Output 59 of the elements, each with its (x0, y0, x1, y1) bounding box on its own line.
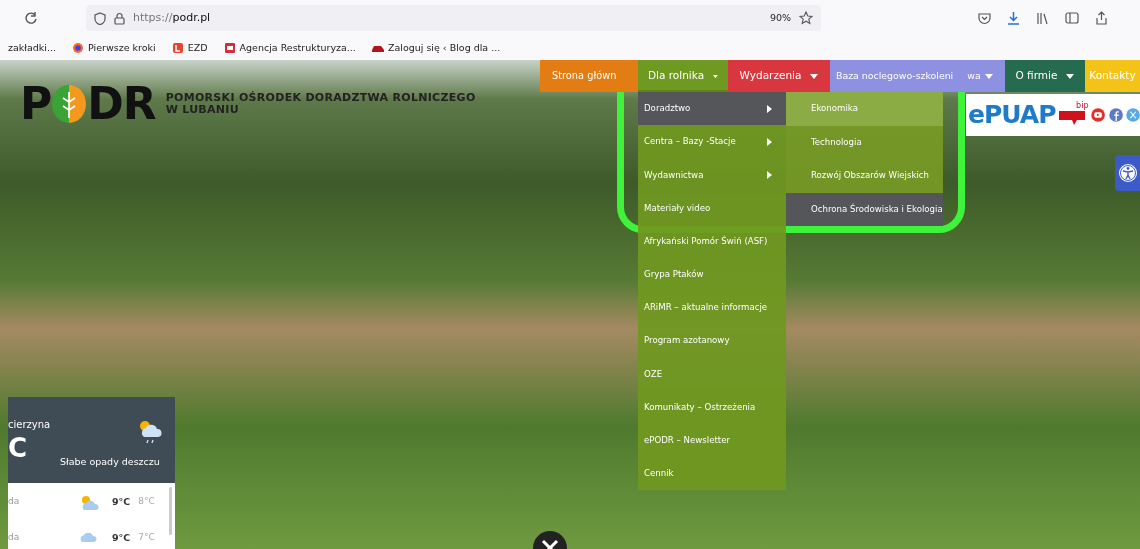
nav-item[interactable]: Strona główn (540, 60, 638, 92)
weather-condition: Słabe opady deszczu (60, 455, 160, 469)
high-temperature: 9°C (112, 530, 131, 545)
bookmark-link[interactable]: zakładki... (8, 40, 57, 56)
weather-location: cierzyna (8, 418, 51, 432)
bookmark-icon (171, 42, 184, 54)
menu-item[interactable]: Program azotanowy (638, 324, 786, 358)
pocket-icon[interactable] (978, 11, 991, 25)
nav-item[interactable]: Wydarzenia (728, 60, 830, 92)
weather-temperature: C (8, 435, 28, 461)
share-icon[interactable] (1095, 11, 1108, 25)
menu-item[interactable]: Grypa Ptaków (638, 257, 786, 292)
reload-icon[interactable] (24, 11, 38, 25)
logo-letters: DR (87, 82, 156, 126)
forecast-day: da (8, 495, 78, 509)
bookmark-icon (72, 42, 85, 54)
download-icon[interactable] (1007, 11, 1020, 25)
menu-item[interactable]: ARiMR – aktualne informacje (638, 291, 786, 325)
bookmark-link[interactable]: Zaloguj się ‹ Blog dla ... (371, 40, 501, 56)
lock-icon[interactable] (114, 11, 125, 25)
bip-link[interactable]: bip (1058, 102, 1089, 128)
organization-location: W LUBANIU (165, 104, 240, 117)
low-temperature: 8°C (138, 495, 155, 509)
menu-item[interactable]: Centra – Bazy -Stacje (638, 125, 786, 159)
submenu-item[interactable]: Technologia (786, 125, 943, 159)
logo-letter: P (20, 82, 52, 126)
nav-item[interactable]: Baza noclegowo-szkoleni wa (830, 60, 1005, 92)
scrollbar (169, 487, 172, 535)
submenu-item[interactable]: Ochrona Środowiska i Ekologia (786, 192, 943, 226)
nav-item[interactable]: Dla rolnika (638, 60, 728, 92)
organization-name: POMORSKI OŚRODEK DORADZTWA ROLNICZEGO (165, 91, 476, 104)
menu-item[interactable]: Cennik (638, 457, 786, 491)
menu-item[interactable]: Komunikaty – Ostrzeżenia (638, 390, 786, 424)
submenu-item[interactable]: Ekonomika (786, 92, 943, 126)
menu-item[interactable]: Afrykański Pomór Świń (ASF) (638, 224, 786, 258)
bookmark-link[interactable]: EZD (171, 40, 208, 56)
sidebar-icon[interactable] (1065, 12, 1079, 24)
low-temperature: 7°C (138, 531, 155, 545)
accessibility-icon (1117, 163, 1138, 183)
menu-item[interactable]: OZE (638, 357, 786, 391)
high-temperature: 9°C (112, 494, 131, 509)
url-text[interactable]: https://podr.pl (133, 9, 211, 27)
submenu-item[interactable]: Rozwój Obszarów Wiejskich (786, 159, 943, 193)
bookmark-link[interactable]: Pierwsze kroki (72, 40, 156, 56)
accessibility-button[interactable] (1115, 155, 1140, 191)
menu-item[interactable]: Doradztwo (638, 92, 786, 126)
forecast-day: da (8, 531, 78, 545)
menu-item[interactable]: Wydawnictwa (638, 158, 786, 192)
bookmark-icon (223, 42, 236, 54)
wheat-leaf-logo-icon (51, 84, 88, 124)
shield-icon[interactable] (94, 11, 106, 25)
bookmark-link[interactable]: Agencja Restrukturyza... (223, 40, 356, 56)
menu-item[interactable]: Materiały video (638, 191, 786, 225)
zoom-level[interactable]: 90% (769, 10, 791, 26)
nav-item[interactable]: O firmie (1005, 60, 1085, 92)
star-icon[interactable] (799, 11, 813, 25)
menu-item[interactable]: ePODR – Newsletter (638, 423, 786, 458)
library-icon[interactable] (1036, 11, 1049, 25)
epuap-link[interactable]: ePUAP (968, 96, 1056, 134)
